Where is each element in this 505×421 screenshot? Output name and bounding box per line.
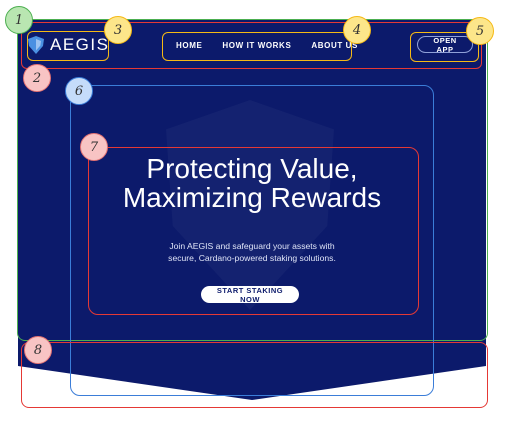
annotation-badge-1: 1 <box>5 6 33 34</box>
annotation-box-7 <box>88 147 419 315</box>
annotation-badge-4: 4 <box>343 16 371 44</box>
annotation-badge-2: 2 <box>23 64 51 92</box>
annotation-badge-7: 7 <box>80 133 108 161</box>
annotation-badge-8: 8 <box>24 336 52 364</box>
annotation-badge-6: 6 <box>65 77 93 105</box>
page: AEGIS HOME HOW IT WORKS ABOUT US OPEN AP… <box>0 0 505 421</box>
annotation-box-8 <box>21 342 488 408</box>
annotation-box-3 <box>27 31 109 61</box>
annotation-badge-3: 3 <box>104 16 132 44</box>
annotation-badge-5: 5 <box>466 17 494 45</box>
annotation-box-4 <box>162 32 352 61</box>
